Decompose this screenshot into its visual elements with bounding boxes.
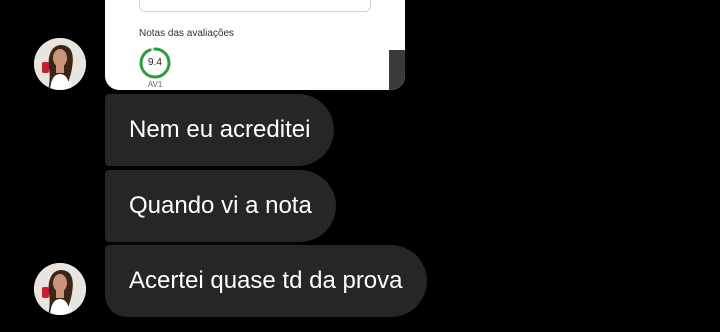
message-text: Quando vi a nota xyxy=(129,192,312,219)
message-bubble[interactable]: Acertei quase td da prova xyxy=(105,245,427,317)
grades-section-label: Notas das avaliações xyxy=(139,28,235,39)
sender-avatar[interactable] xyxy=(34,263,86,315)
message-bubble[interactable]: Nem eu acreditei xyxy=(105,94,335,166)
grade-caption: AV1 xyxy=(147,80,163,89)
shared-grades-card[interactable]: Notas das avaliações 9.4 AV1 xyxy=(105,0,405,90)
profile-photo-icon xyxy=(34,38,86,90)
grade-value: 9.4 xyxy=(148,57,162,68)
card-edge-shadow xyxy=(389,50,405,90)
message-bubble[interactable]: Quando vi a nota xyxy=(105,170,336,242)
grade-ring: 9.4 xyxy=(138,46,172,80)
profile-photo-icon xyxy=(34,263,86,315)
message-text: Acertei quase td da prova xyxy=(129,267,403,294)
message-text: Nem eu acreditei xyxy=(129,116,311,143)
card-text-field xyxy=(139,0,371,12)
sender-avatar[interactable] xyxy=(34,38,86,90)
